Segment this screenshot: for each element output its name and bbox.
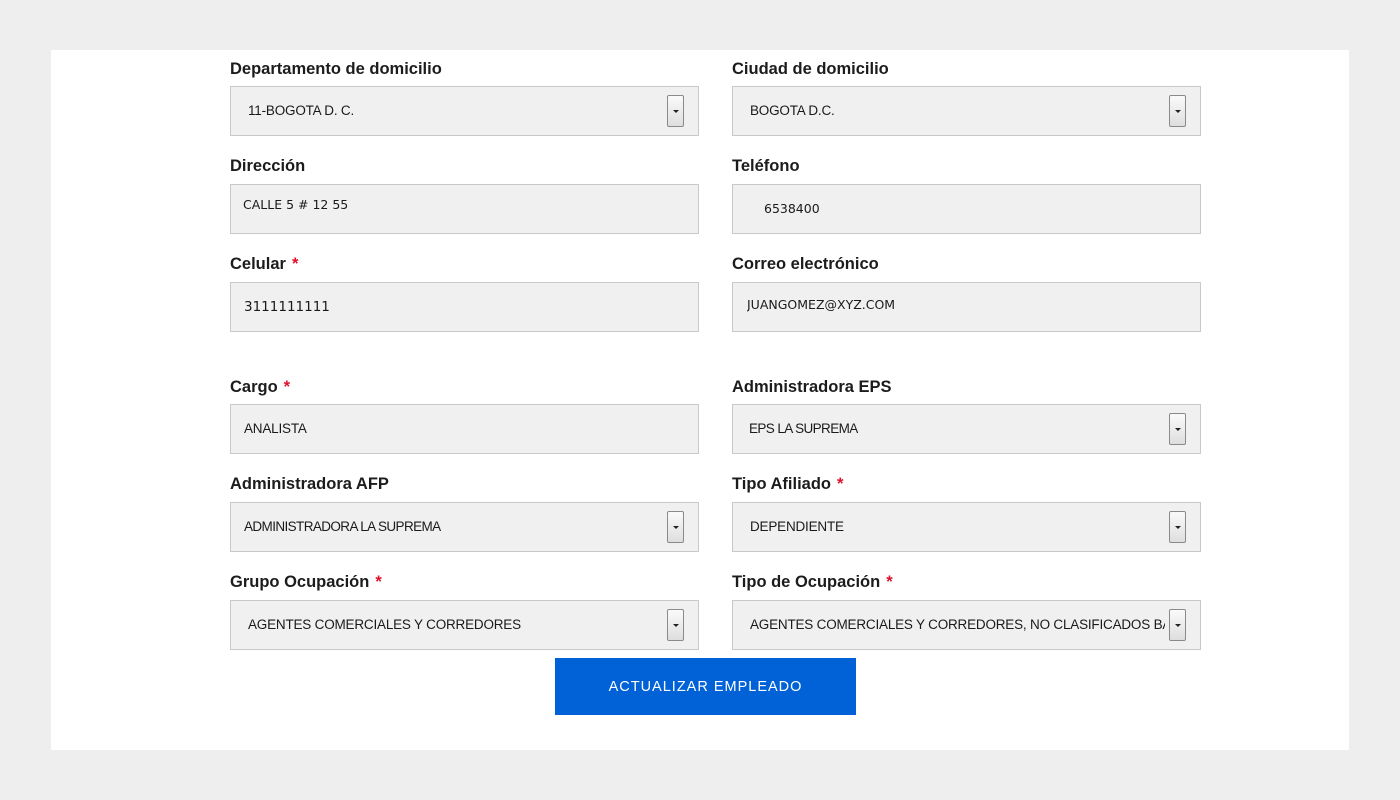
direccion-label: Dirección [230, 157, 306, 175]
chevron-down-icon [673, 110, 679, 113]
chevron-down-icon [1175, 526, 1181, 529]
departamento-dropdown-button[interactable] [667, 95, 684, 127]
chevron-down-icon [1175, 110, 1181, 113]
departamento-select[interactable]: 11-BOGOTA D. C. [230, 86, 699, 136]
chevron-down-icon [673, 624, 679, 627]
grupo-ocupacion-value: AGENTES COMERCIALES Y CORREDORES [248, 617, 521, 632]
chevron-down-icon [1175, 428, 1181, 431]
required-marker: * [375, 573, 382, 591]
correo-value: JUANGOMEZ@XYZ.COM [747, 297, 896, 312]
tipo-ocupacion-select[interactable]: AGENTES COMERCIALES Y CORREDORES, NO CLA… [732, 600, 1201, 650]
celular-input[interactable]: 3111111111 [230, 282, 699, 332]
eps-label: Administradora EPS [732, 378, 892, 396]
chevron-down-icon [1175, 624, 1181, 627]
eps-select[interactable]: EPS LA SUPREMA [732, 404, 1201, 454]
ciudad-dropdown-button[interactable] [1169, 95, 1186, 127]
correo-input[interactable]: JUANGOMEZ@XYZ.COM [732, 282, 1201, 332]
afp-value: ADMINISTRADORA LA SUPREMA [244, 519, 441, 534]
telefono-value: 6538400 [764, 201, 820, 216]
correo-label: Correo electrónico [732, 255, 879, 273]
direccion-value: CALLE 5 # 12 55 [243, 197, 349, 212]
required-marker: * [886, 573, 893, 591]
cargo-label: Cargo * [230, 378, 291, 396]
cargo-input[interactable]: ANALISTA [230, 404, 699, 454]
eps-value: EPS LA SUPREMA [749, 421, 858, 436]
actualizar-empleado-button[interactable]: ACTUALIZAR EMPLEADO [555, 658, 856, 715]
celular-value: 3111111111 [244, 299, 330, 315]
departamento-label: Departamento de domicilio [230, 60, 442, 78]
ciudad-label: Ciudad de domicilio [732, 60, 889, 78]
tipo-afiliado-dropdown-button[interactable] [1169, 511, 1186, 543]
afp-select[interactable]: ADMINISTRADORA LA SUPREMA [230, 502, 699, 552]
afp-label: Administradora AFP [230, 475, 389, 493]
grupo-ocupacion-dropdown-button[interactable] [667, 609, 684, 641]
required-marker: * [837, 475, 844, 493]
tipo-ocupacion-dropdown-button[interactable] [1169, 609, 1186, 641]
tipo-afiliado-select[interactable]: DEPENDIENTE [732, 502, 1201, 552]
telefono-label: Teléfono [732, 157, 800, 175]
telefono-input[interactable]: 6538400 [732, 184, 1201, 234]
grupo-ocupacion-label: Grupo Ocupación * [230, 573, 382, 591]
tipo-afiliado-label: Tipo Afiliado * [732, 475, 844, 493]
cargo-value: ANALISTA [244, 421, 307, 436]
departamento-value: 11-BOGOTA D. C. [248, 103, 355, 118]
celular-label: Celular * [230, 255, 299, 273]
required-marker: * [283, 378, 291, 396]
ciudad-select[interactable]: BOGOTA D.C. [732, 86, 1201, 136]
chevron-down-icon [673, 526, 679, 529]
grupo-ocupacion-select[interactable]: AGENTES COMERCIALES Y CORREDORES [230, 600, 699, 650]
tipo-ocupacion-value: AGENTES COMERCIALES Y CORREDORES, NO CLA… [750, 617, 1165, 632]
ciudad-value: BOGOTA D.C. [750, 103, 835, 118]
tipo-ocupacion-label: Tipo de Ocupación * [732, 573, 893, 591]
eps-dropdown-button[interactable] [1169, 413, 1186, 445]
direccion-input[interactable]: CALLE 5 # 12 55 [230, 184, 699, 234]
afp-dropdown-button[interactable] [667, 511, 684, 543]
required-marker: * [291, 255, 299, 273]
tipo-afiliado-value: DEPENDIENTE [750, 519, 844, 534]
